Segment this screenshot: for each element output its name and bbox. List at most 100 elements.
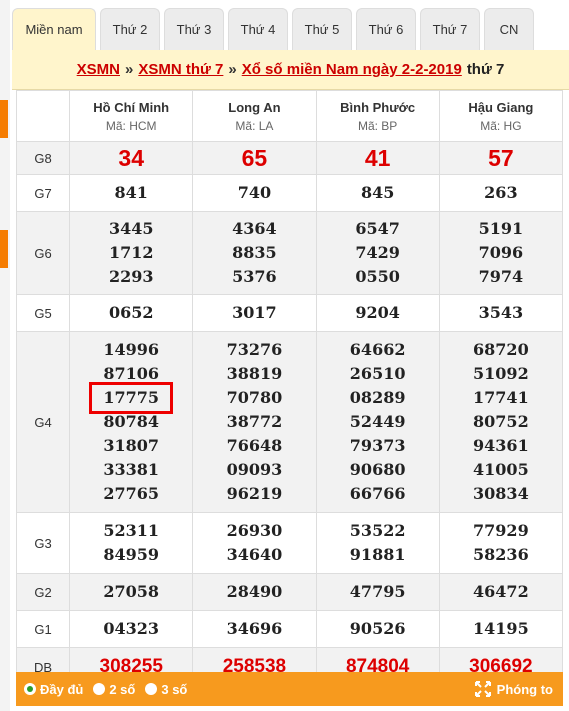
prize-number: 84959 <box>103 545 160 564</box>
tab-thu-3[interactable]: Thứ 3 <box>164 8 224 50</box>
footer-bar: Đầy đủ 2 số 3 số Phóng to <box>16 672 563 706</box>
prize-cell: 65 <box>192 141 317 175</box>
tab-thu-5[interactable]: Thứ 5 <box>292 8 352 50</box>
prize-number: 34696 <box>226 619 283 638</box>
option-2-digits[interactable]: 2 số <box>93 682 135 697</box>
prize-number: 841 <box>114 183 148 202</box>
option-full[interactable]: Đầy đủ <box>24 682 83 697</box>
prize-number: 8835 <box>232 243 277 262</box>
tab-thu-7[interactable]: Thứ 7 <box>420 8 480 50</box>
tab-cn[interactable]: CN <box>484 8 534 50</box>
prize-number: 77929 <box>473 521 529 540</box>
breadcrumb-xsmn-thu7-link[interactable]: XSMN thứ 7 <box>138 61 223 78</box>
tab-thu-4[interactable]: Thứ 4 <box>228 8 288 50</box>
prize-number: 3017 <box>232 303 277 322</box>
radio-selected-icon[interactable] <box>24 683 36 695</box>
tab-thu-2[interactable]: Thứ 2 <box>100 8 160 50</box>
prize-number: 41 <box>364 145 391 171</box>
highlight-box: 17775 <box>89 382 174 414</box>
prize-number: 91881 <box>349 545 406 564</box>
prize-cell: 28490 <box>192 573 317 611</box>
zoom-button[interactable]: Phóng to <box>474 681 553 697</box>
prize-cell: 5191 7096 7974 <box>438 211 564 295</box>
province-header-row: Hồ Chí Minh Mã: HCM Long An Mã: LA Bình Phướ… <box>15 90 564 142</box>
prize-number: 14996 <box>103 340 160 359</box>
prize-number: 28490 <box>226 582 283 601</box>
province-header: Long An Mã: LA <box>192 90 317 142</box>
prize-cell: 46472 <box>438 573 564 611</box>
prize-cell: 77929 58236 <box>438 512 564 574</box>
prize-number: 7429 <box>355 243 400 262</box>
prize-cell: 04323 <box>69 610 194 648</box>
prize-cell: 6547 7429 0550 <box>315 211 440 295</box>
prize-number: 38819 <box>226 364 283 383</box>
page-title: XSMN » XSMN thứ 7 » Xổ số miền Nam ngày … <box>12 50 569 90</box>
prize-number: 2293 <box>108 267 154 286</box>
prize-label: G1 <box>15 610 71 648</box>
tab-thu-6[interactable]: Thứ 6 <box>356 8 416 50</box>
prize-cell: 3017 <box>192 294 317 332</box>
prize-row-g1: G1 04323 34696 90526 14195 <box>15 610 564 648</box>
breadcrumb-xsmn-link[interactable]: XSMN <box>77 61 120 78</box>
radio-icon[interactable] <box>93 683 106 695</box>
prize-cell: 47795 <box>315 573 440 611</box>
option-3-digits[interactable]: 3 số <box>145 682 187 697</box>
prize-cell: 34 <box>69 141 194 175</box>
prize-cell: 41 <box>315 141 440 175</box>
radio-icon[interactable] <box>145 683 158 695</box>
left-accent-mark <box>0 100 8 138</box>
prize-cell: 3543 <box>438 294 564 332</box>
prize-cell: 14996 87106 17775 80784 31807 33381 27765 <box>69 331 194 513</box>
prize-cell: 14195 <box>438 610 564 648</box>
province-name: Hậu Giang <box>468 99 534 115</box>
prize-cell: 52311 84959 <box>69 512 194 574</box>
province-code: Mã: HCM <box>105 118 157 133</box>
prize-row-g2: G2 27058 28490 47795 46472 <box>15 573 564 611</box>
results-table: Hồ Chí Minh Mã: HCM Long An Mã: LA Bình Phướ… <box>15 90 564 687</box>
prize-number: 94361 <box>473 436 529 455</box>
province-code: Mã: LA <box>235 118 274 133</box>
prize-label: G4 <box>15 331 71 513</box>
prize-number: 5191 <box>478 219 524 238</box>
prize-cell: 27058 <box>69 573 194 611</box>
prize-number: 87106 <box>103 364 160 383</box>
prize-cell: 53522 91881 <box>315 512 440 574</box>
prize-number: 3543 <box>478 303 524 322</box>
header-corner <box>15 90 71 142</box>
prize-label: G5 <box>15 294 71 332</box>
prize-label: G6 <box>15 211 71 295</box>
province-header: Bình Phước Mã: BP <box>315 90 440 142</box>
prize-label: G3 <box>15 512 71 574</box>
left-accent-mark <box>0 230 8 268</box>
breadcrumb-date-link[interactable]: Xổ số miền Nam ngày 2-2-2019 <box>242 61 462 78</box>
option-2-digits-label: 2 số <box>109 681 136 697</box>
prize-number: 52449 <box>349 412 406 431</box>
prize-number: 1712 <box>108 243 154 262</box>
prize-number: 46472 <box>473 582 529 601</box>
tab-mien-nam[interactable]: Miền nam <box>12 8 96 50</box>
prize-cell: 841 <box>69 174 194 212</box>
prize-number: 64662 <box>349 340 406 359</box>
prize-cell: 64662 26510 08289 52449 79373 90680 66766 <box>315 331 440 513</box>
prize-number: 58236 <box>473 545 529 564</box>
option-full-label: Đầy đủ <box>40 681 84 697</box>
prize-row-g4: G4 14996 87106 17775 80784 31807 33381 27765 732… <box>15 331 564 513</box>
prize-number: 80752 <box>473 412 529 431</box>
prize-number: 17775 <box>70 382 192 414</box>
prize-cell: 0652 <box>69 294 194 332</box>
prize-number: 0550 <box>355 267 400 286</box>
prize-number: 73276 <box>226 340 283 359</box>
prize-number: 57 <box>488 145 514 171</box>
prize-number: 5376 <box>232 267 277 286</box>
prize-cell: 57 <box>438 141 564 175</box>
prize-number: 740 <box>237 183 272 202</box>
prize-number: 09093 <box>226 460 283 479</box>
prize-number: 6547 <box>355 219 400 238</box>
prize-cell: 740 <box>192 174 317 212</box>
prize-number: 52311 <box>103 521 160 540</box>
prize-number: 04323 <box>103 619 160 638</box>
prize-label: G7 <box>15 174 71 212</box>
prize-number: 34 <box>118 145 144 171</box>
prize-number: 30834 <box>473 484 529 503</box>
prize-number: 65 <box>241 145 268 171</box>
